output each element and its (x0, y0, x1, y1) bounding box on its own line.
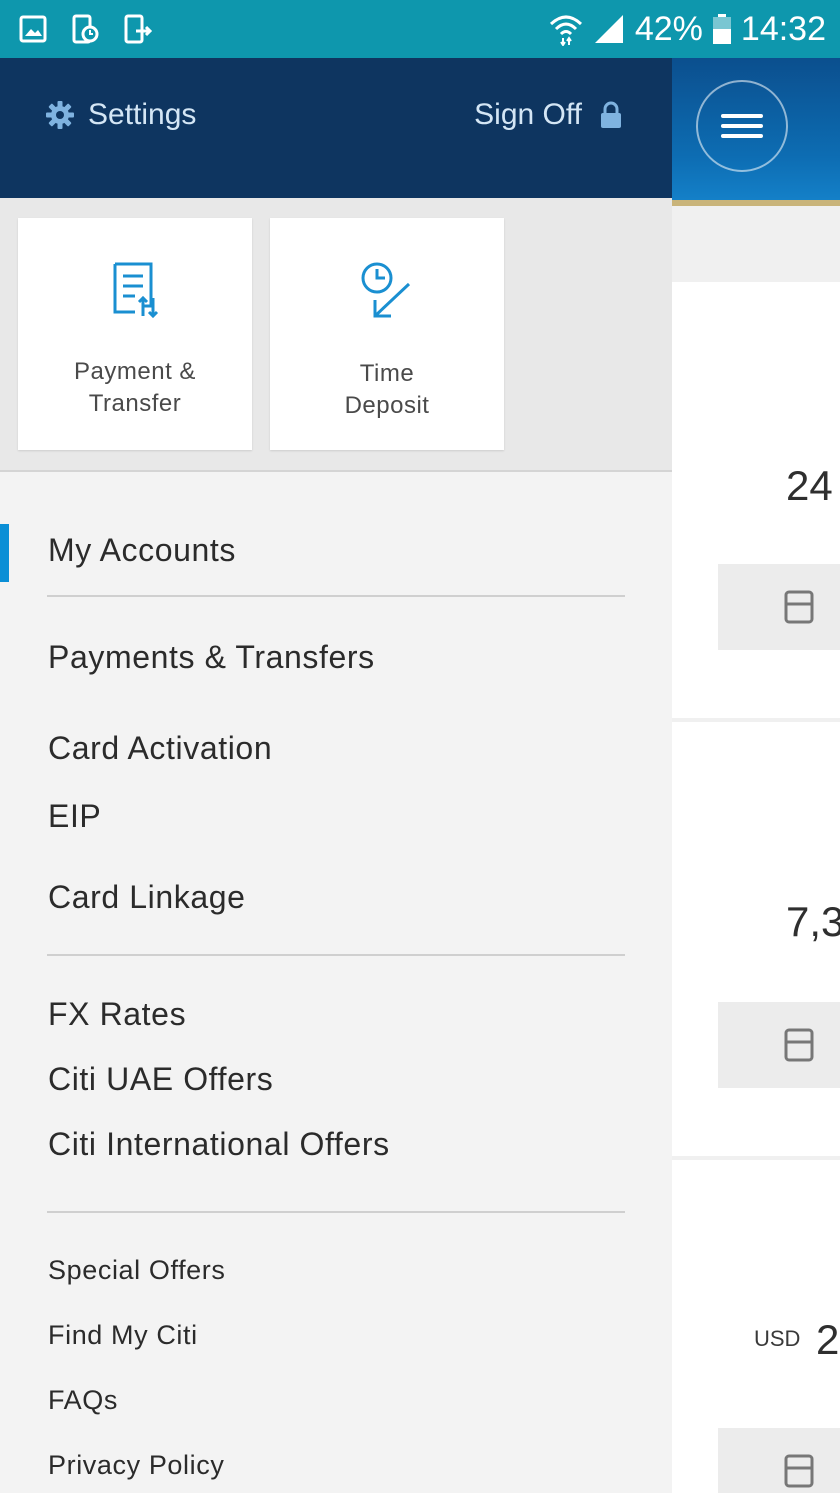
time-deposit-icon (361, 262, 411, 318)
menu-item-citi-international-offers[interactable]: Citi International Offers (48, 1126, 390, 1163)
tile-label: Time Deposit (344, 360, 430, 419)
account-balance: 7,3 (786, 898, 840, 945)
settings-link[interactable]: Settings (46, 98, 196, 132)
phone-exit-icon (124, 14, 152, 44)
phone-clock-icon (72, 14, 99, 44)
menu-item-privacy-policy[interactable]: Privacy Policy (48, 1450, 224, 1481)
hamburger-menu-button[interactable] (696, 80, 788, 172)
image-icon (19, 15, 47, 43)
clock: 14:32 (740, 10, 826, 48)
menu-item-fx-rates[interactable]: FX Rates (48, 996, 186, 1033)
card-action-button[interactable] (718, 1428, 840, 1493)
calculator-icon (784, 1028, 814, 1062)
sign-off-button[interactable]: Sign Off (474, 98, 622, 132)
calculator-icon (784, 1454, 814, 1488)
menu-item-citi-uae-offers[interactable]: Citi UAE Offers (48, 1061, 273, 1098)
menu-divider (47, 1211, 625, 1213)
sign-off-label: Sign Off (474, 98, 582, 131)
time-deposit-tile[interactable]: Time Deposit (270, 218, 504, 450)
main-content-peek: 24 7,3 USD 2 (672, 58, 840, 1493)
lock-icon (601, 101, 621, 128)
menu-divider (47, 595, 625, 597)
payment-transfer-tile[interactable]: Payment & Transfer (18, 218, 252, 450)
menu-item-find-my-citi[interactable]: Find My Citi (48, 1320, 198, 1351)
status-bar: 42% 14:32 (0, 0, 840, 58)
battery-icon (712, 14, 731, 44)
menu-divider (47, 954, 625, 956)
battery-percent: 42% (634, 10, 703, 48)
quick-actions: Payment & Transfer Time Deposit (0, 198, 672, 472)
settings-label: Settings (88, 98, 197, 131)
account-balance: 2 (816, 1316, 840, 1363)
currency-label: USD (754, 1326, 801, 1351)
menu-item-special-offers[interactable]: Special Offers (48, 1255, 225, 1286)
card-action-button[interactable] (718, 1002, 840, 1088)
active-indicator (0, 524, 9, 582)
drawer-header: Settings Sign Off (0, 58, 672, 198)
menu-item-card-activation[interactable]: Card Activation (48, 730, 272, 767)
signal-icon (594, 15, 623, 43)
account-card[interactable]: 24 (672, 282, 840, 718)
tile-label: Payment & Transfer (74, 358, 196, 417)
card-action-button[interactable] (718, 564, 840, 650)
menu-item-card-linkage[interactable]: Card Linkage (48, 879, 246, 916)
gear-icon (46, 101, 74, 129)
menu-item-faqs[interactable]: FAQs (48, 1385, 118, 1416)
navigation-drawer: Settings Sign Off Payment & Transfer Tim… (0, 58, 672, 1493)
menu-item-payments-transfers[interactable]: Payments & Transfers (48, 639, 375, 676)
menu-item-eip[interactable]: EIP (48, 798, 101, 835)
wifi-icon (549, 15, 582, 46)
account-balance: 24 (786, 462, 833, 509)
calculator-icon (784, 590, 814, 624)
payment-transfer-icon (113, 262, 159, 319)
account-card[interactable]: 7,3 (672, 722, 840, 1156)
menu-item-my-accounts[interactable]: My Accounts (48, 532, 236, 569)
gold-rule (672, 200, 840, 206)
